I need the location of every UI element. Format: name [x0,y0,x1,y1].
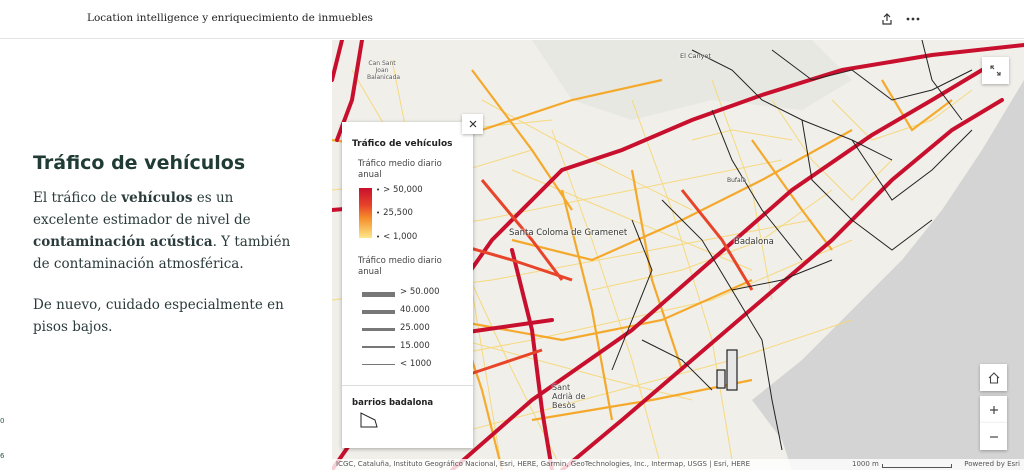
home-button[interactable] [980,364,1007,391]
plus-icon [989,405,998,414]
place-label: Can Sant Joan Balanicada [367,60,401,81]
legend-color-label: > 50,000 [376,185,423,195]
width-swatch [362,292,395,297]
legend-width-label: 40.000 [400,305,430,315]
more-icon [906,17,920,21]
legend-barrios-title: barrios badalona [352,398,434,408]
port [716,349,738,391]
legend-color-label: < 1,000 [376,232,417,242]
legend-divider [342,385,473,386]
width-swatch [362,364,395,365]
expand-map-button[interactable] [982,57,1009,84]
home-icon [988,371,999,384]
legend-close-button[interactable] [462,114,483,134]
place-label: Bufalà [727,177,747,184]
width-swatch [362,328,395,331]
color-ramp [359,188,372,238]
attribution-text[interactable]: ICGC, Cataluña, Instituto Geográfico Nac… [336,459,750,470]
place-label: El Canyet [680,52,712,60]
powered-by[interactable]: Powered by Esri [964,459,1020,470]
legend-color-label: 25,500 [376,208,413,218]
legend-title: Tráfico de vehículos [352,139,453,149]
place-label: Badalona [734,237,774,247]
legend-color-title: Tráfico medio diario anual [358,159,442,180]
pager-mark[interactable]: 0 [0,417,4,425]
top-bar: Location intelligence y enriquecimiento … [0,0,1024,39]
section-heading: Tráfico de vehículos [33,152,246,174]
share-button[interactable] [877,9,897,29]
zoom-out-button[interactable] [980,423,1007,450]
place-label: Santa Coloma de Gramenet [509,228,628,238]
bold-run: contaminación acústica [33,234,213,250]
legend-width-label: 15.000 [400,341,430,351]
bold-run: vehículos [121,190,193,206]
pager-mark[interactable]: 6 [0,452,4,460]
legend-width-title: Tráfico medio diario anual [358,256,442,277]
paragraph-1: El tráfico de vehículos es un excelente … [33,187,303,275]
legend-width-label: 25.000 [400,323,430,333]
attribution-bar: ICGC, Cataluña, Instituto Geográfico Nac… [332,459,1024,470]
minus-icon [989,435,998,438]
story-title: Location intelligence y enriquecimiento … [87,12,373,24]
map-legend: Tráfico de vehículos Tráfico medio diari… [342,122,473,448]
share-icon [882,13,892,25]
width-swatch [362,310,395,314]
paragraph-2: De nuevo, cuidado especialmente en pisos… [33,297,284,335]
polygon-symbol-icon [360,412,378,428]
text-run: El tráfico de [33,190,122,206]
width-swatch [362,346,395,348]
map-view[interactable]: Santa Coloma de Gramenet Badalona Sant A… [332,40,1024,470]
legend-width-label: < 1000 [400,359,432,369]
close-icon [469,120,476,128]
place-label: Sant Adrià de Besòs [552,383,586,410]
scale-bar [882,464,952,468]
more-options-button[interactable] [903,9,923,29]
narrative-panel: Tráfico de vehículos El tráfico de vehíc… [0,40,332,470]
expand-icon [990,65,1001,76]
zoom-in-button[interactable] [980,396,1007,423]
scale-label: 1000 m [852,460,879,468]
legend-width-label: > 50.000 [400,287,440,297]
